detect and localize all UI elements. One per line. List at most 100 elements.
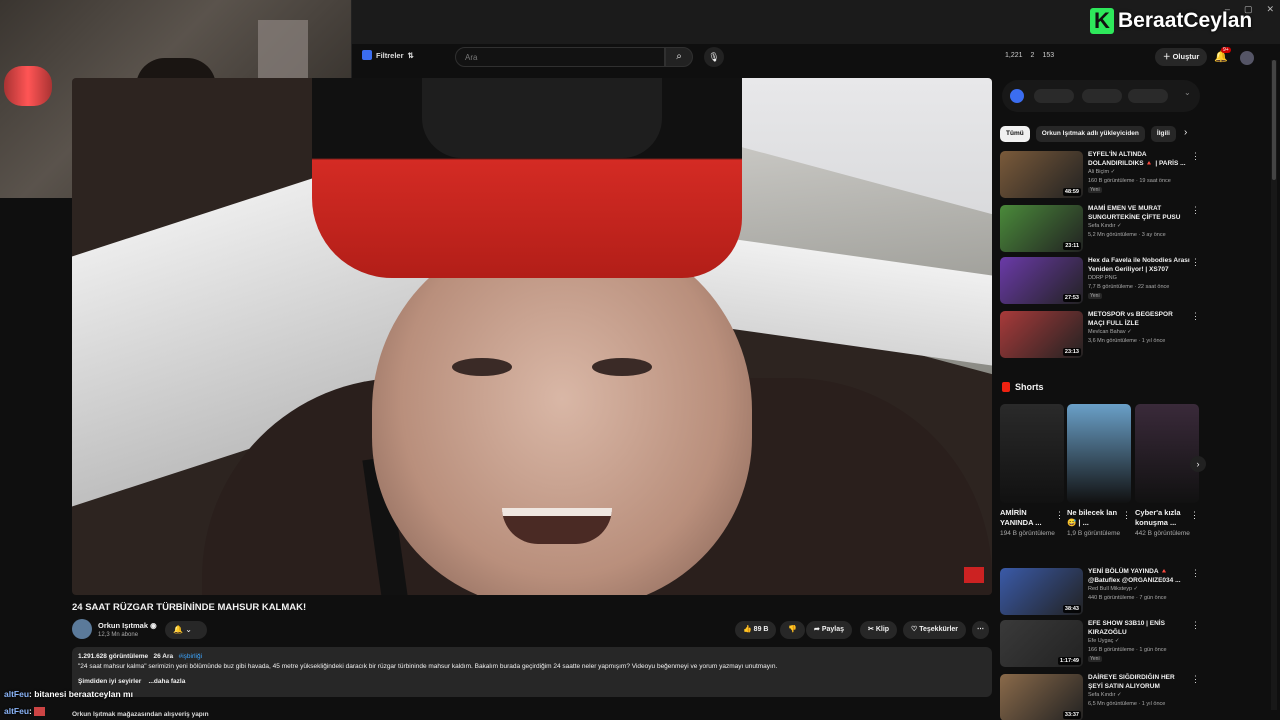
related-video[interactable]: 23:11 MAMİ EMEN VE MURAT SUNGURTEKİNE ÇİF…: [1000, 205, 1200, 255]
more-vert-icon[interactable]: ⋮: [1191, 568, 1200, 579]
share-label: Paylaş: [821, 626, 845, 633]
related-video[interactable]: 27:53 Hex da Favela ile Nobodies Arası Ye…: [1000, 257, 1200, 307]
related-video-views: 166 B görüntüleme · 1 gün önce: [1088, 647, 1167, 653]
short-thumbnail[interactable]: [1067, 404, 1131, 503]
related-video-channel[interactable]: Efe Uygaç ✓: [1088, 638, 1120, 644]
video-scene-hat: [422, 78, 662, 158]
related-video[interactable]: 48:59 EYFEL'İN ALTINDA DOLANDIRILDIKS 🔺 |…: [1000, 151, 1200, 201]
related-video[interactable]: 23:13 METOSPOR vs BEGESPOR MAÇI FULL İZLE…: [1000, 311, 1200, 361]
notifications-badge: 9+: [1221, 47, 1231, 53]
related-video-views: 160 B görüntüleme · 19 saat önce: [1088, 178, 1171, 184]
short-item[interactable]: AMİRİN YANINDA ... 194 B görüntüleme ⋮: [1000, 404, 1064, 537]
avatar[interactable]: [1240, 51, 1254, 65]
page-scrollbar[interactable]: [1271, 60, 1277, 710]
video-thumbnail[interactable]: 33:37: [1000, 674, 1083, 720]
channel-avatar[interactable]: [72, 619, 92, 639]
related-video[interactable]: 38:43 YENİ BÖLÜM YAYINDA 🔺 @Batuflex @ORG…: [1000, 568, 1200, 618]
video-player[interactable]: [72, 78, 992, 595]
related-video-channel[interactable]: Red Bull Miksteyp ✓: [1088, 586, 1138, 592]
chevron-down-icon: ⌄: [185, 625, 192, 634]
related-video-channel[interactable]: Ali Biçim ✓: [1088, 169, 1115, 175]
short-thumbnail[interactable]: [1135, 404, 1199, 503]
related-video[interactable]: 1:17:49 EFE SHOW S3B10 | ENİS KIRAZOĞLU Ef…: [1000, 620, 1200, 670]
more-vert-icon[interactable]: ⋮: [1055, 510, 1064, 521]
chevron-down-icon[interactable]: ⌄: [1184, 88, 1191, 97]
show-more-link[interactable]: ...daha fazla: [148, 678, 185, 685]
close-icon[interactable]: ✕: [1266, 4, 1274, 15]
chip-from-uploader[interactable]: Orkun Işıtmak adlı yükleyiciden: [1035, 126, 1145, 142]
chip-related[interactable]: İlgili: [1150, 126, 1176, 142]
related-video[interactable]: 33:37 DAİREYE SIĞDIRDIĞIN HER ŞEYİ SATIN …: [1000, 674, 1200, 720]
minimize-icon[interactable]: –: [1225, 4, 1230, 15]
related-video-title[interactable]: EYFEL'İN ALTINDA DOLANDIRILDIKS 🔺 | PARİ…: [1088, 151, 1190, 168]
shop-link[interactable]: Orkun Işıtmak mağazasından alışveriş yap…: [72, 711, 209, 718]
more-vert-icon[interactable]: ⋮: [1122, 510, 1131, 521]
extension-pill[interactable]: [1082, 89, 1122, 103]
thanks-label: Teşekkürler: [919, 626, 959, 633]
more-vert-icon[interactable]: ⋮: [1191, 205, 1200, 216]
video-thumbnail[interactable]: 48:59: [1000, 151, 1083, 198]
chip-all[interactable]: Tümü: [1000, 126, 1030, 142]
related-video-channel[interactable]: Mevlcan Bahav ✓: [1088, 329, 1132, 335]
description-text: "24 saat mahsur kalma" serimizin yeni bö…: [78, 663, 778, 670]
create-button[interactable]: ＋ Oluştur: [1155, 48, 1208, 66]
like-button[interactable]: 👍 89 B: [735, 621, 777, 639]
scrollbar-thumb[interactable]: [1272, 60, 1276, 180]
related-video-channel[interactable]: DDRP PNG: [1088, 275, 1117, 281]
related-video-channel[interactable]: Sefa Kındır ✓: [1088, 223, 1122, 229]
video-thumbnail[interactable]: 23:11: [1000, 205, 1083, 252]
video-thumbnail[interactable]: 1:17:49: [1000, 620, 1083, 667]
extension-pill[interactable]: [1128, 89, 1168, 103]
related-video-title[interactable]: EFE SHOW S3B10 | ENİS KIRAZOĞLU: [1088, 620, 1190, 637]
dislike-button[interactable]: 👎: [780, 621, 805, 639]
filters-button[interactable]: Filtreler ⇅: [362, 50, 414, 60]
related-video-channel[interactable]: Sefa Kındır ✓: [1088, 692, 1122, 698]
video-thumbnail[interactable]: 27:53: [1000, 257, 1083, 304]
search-input[interactable]: Ara: [455, 47, 665, 67]
extension-panel: ⌄: [1002, 80, 1200, 112]
more-vert-icon[interactable]: ⋮: [1190, 510, 1199, 521]
subscription-bell-button[interactable]: 🔔 ⌄: [165, 621, 207, 639]
description-box[interactable]: 1.291.628 görüntüleme 26 Ara #işbirliği …: [72, 647, 992, 697]
clip-button[interactable]: ✂ Klip: [860, 621, 898, 639]
notifications-button[interactable]: 🔔 9+: [1214, 47, 1231, 63]
channel-name-text: Orkun Işıtmak: [98, 621, 149, 630]
channel-watermark-icon[interactable]: [964, 567, 984, 583]
share-button[interactable]: ➦ Paylaş: [806, 621, 853, 639]
short-title[interactable]: Cyber'a kızla konuşma ...: [1135, 508, 1191, 528]
shorts-next-button[interactable]: ›: [1190, 456, 1206, 472]
related-video-title[interactable]: METOSPOR vs BEGESPOR MAÇI FULL İZLE: [1088, 311, 1190, 328]
heart-dollar-icon: ♡: [911, 626, 918, 633]
more-actions-button[interactable]: ⋯: [972, 621, 989, 639]
more-vert-icon[interactable]: ⋮: [1191, 674, 1200, 685]
video-thumbnail[interactable]: 23:13: [1000, 311, 1083, 358]
short-title[interactable]: AMİRİN YANINDA ...: [1000, 508, 1056, 528]
video-thumbnail[interactable]: 38:43: [1000, 568, 1083, 615]
voice-search-button[interactable]: 🎙: [704, 47, 724, 67]
hashtag-link[interactable]: #işbirliği: [179, 653, 202, 660]
duration-badge: 38:43: [1062, 605, 1081, 613]
more-vert-icon[interactable]: ⋮: [1191, 257, 1200, 268]
short-item[interactable]: Cyber'a kızla konuşma ... 442 B görüntüle…: [1135, 404, 1199, 537]
more-vert-icon[interactable]: ⋮: [1191, 620, 1200, 631]
related-video-title[interactable]: Hex da Favela ile Nobodies Arası Yeniden…: [1088, 257, 1190, 274]
restore-icon[interactable]: ▢: [1244, 4, 1253, 15]
search-button[interactable]: ⌕: [665, 47, 693, 67]
short-item[interactable]: Ne bilecek lan 😅 | ... 1,9 B görüntüleme ⋮: [1067, 404, 1131, 537]
extension-pill[interactable]: [1034, 89, 1074, 103]
scissors-icon: ✂: [868, 626, 874, 633]
thanks-button[interactable]: ♡ Teşekkürler: [903, 621, 967, 639]
related-video-title[interactable]: YENİ BÖLÜM YAYINDA 🔺 @Batuflex @ORGANIZE…: [1088, 568, 1190, 585]
short-title[interactable]: Ne bilecek lan 😅 | ...: [1067, 508, 1123, 528]
more-vert-icon[interactable]: ⋮: [1191, 311, 1200, 322]
short-thumbnail[interactable]: [1000, 404, 1064, 503]
chevron-right-icon[interactable]: ›: [1184, 127, 1187, 138]
mic-icon: 🎙: [708, 52, 720, 62]
upload-date: 26 Ara: [153, 653, 174, 660]
channel-name[interactable]: Orkun Işıtmak ◉: [98, 621, 157, 630]
related-video-title[interactable]: DAİREYE SIĞDIRDIĞIN HER ŞEYİ SATIN ALIYO…: [1088, 674, 1190, 691]
thumbs-down-icon: 👎: [788, 626, 797, 633]
header-stats: 1,221 2 153: [1005, 52, 1054, 59]
related-video-title[interactable]: MAMİ EMEN VE MURAT SUNGURTEKİNE ÇİFTE PU…: [1088, 205, 1190, 222]
more-vert-icon[interactable]: ⋮: [1191, 151, 1200, 162]
